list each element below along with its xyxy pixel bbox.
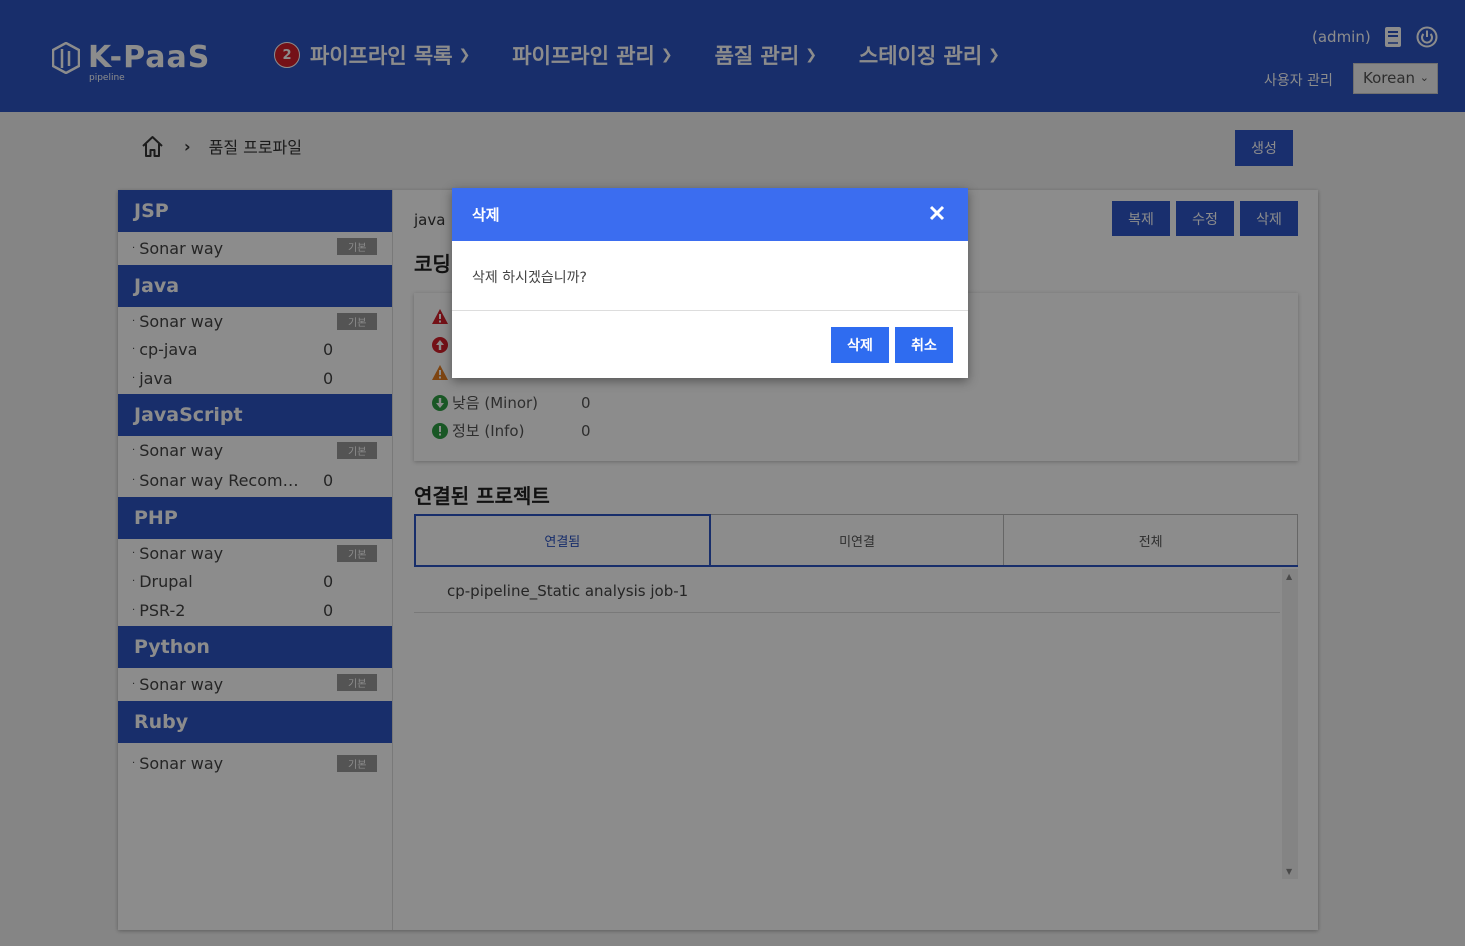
dialog-message: 삭제 하시겠습니까? <box>452 241 968 311</box>
close-icon[interactable] <box>928 204 946 222</box>
dialog-title: 삭제 <box>472 206 500 224</box>
dialog-actions: 삭제 취소 <box>825 327 953 363</box>
confirm-delete-button[interactable]: 삭제 <box>831 327 889 363</box>
cancel-button[interactable]: 취소 <box>895 327 953 363</box>
modal-backdrop[interactable] <box>0 0 1465 946</box>
dialog-header: 삭제 <box>452 188 968 241</box>
delete-confirm-dialog: 삭제 삭제 하시겠습니까? 삭제 취소 <box>452 188 968 378</box>
